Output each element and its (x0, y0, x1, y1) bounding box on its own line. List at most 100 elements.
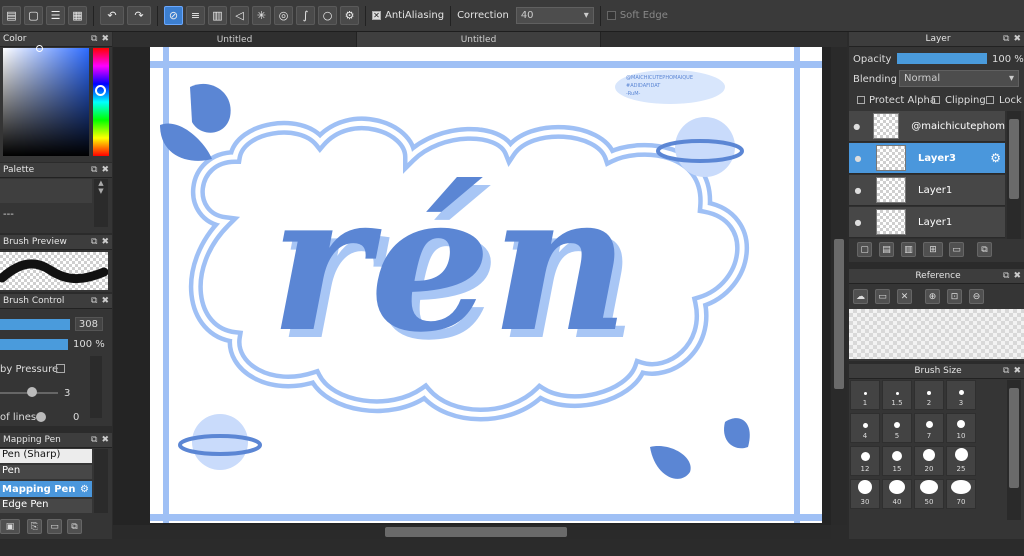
eye-icon[interactable]: ● (849, 186, 867, 195)
brush-size-slider[interactable] (0, 319, 70, 330)
zoom-out-icon[interactable]: ⊖ (969, 289, 984, 304)
snap-parallel-icon[interactable]: ≡ (186, 6, 205, 25)
brush-opacity-slider[interactable] (0, 339, 68, 350)
brush-size-cell[interactable]: 1 (850, 380, 880, 410)
brush-size-scrollbar[interactable] (1007, 380, 1021, 520)
brush-size-cell[interactable]: 12 (850, 446, 880, 476)
open-folder-icon[interactable]: ▭ (875, 289, 890, 304)
layer-row[interactable]: ● @maichicutephom (849, 111, 1005, 142)
close-icon[interactable]: ✖ (101, 435, 109, 445)
close-icon[interactable]: ✖ (101, 165, 109, 175)
layer-row[interactable]: ● Layer1 (849, 207, 1005, 238)
palette-swatch-row[interactable] (0, 179, 92, 203)
snap-off-icon[interactable]: ⊘ (164, 6, 183, 25)
brush-size-cell[interactable]: 5 (882, 413, 912, 443)
close-icon[interactable]: ✖ (1013, 34, 1021, 44)
pressure-checkbox[interactable] (56, 364, 65, 373)
vertical-scroll-thumb[interactable] (834, 239, 844, 389)
new-layer-8bit-icon[interactable]: ▤ (879, 242, 894, 257)
gear-icon[interactable]: ⚙ (990, 151, 1001, 165)
menu-icon[interactable]: ▤ (2, 6, 21, 25)
brush-size-cell[interactable]: 1.5 (882, 380, 912, 410)
brush-size-cell[interactable]: 4 (850, 413, 880, 443)
tab-untitled-1[interactable]: Untitled (113, 32, 357, 47)
popout-icon[interactable]: ⧉ (1003, 366, 1009, 376)
brush-size-cell[interactable]: 70 (946, 479, 976, 509)
snap-ellipse-icon[interactable]: ○ (318, 6, 337, 25)
drawing-canvas[interactable]: rén rén @MAICHICUTEPHOMAIQUE #ADIDAFIDAT… (150, 47, 822, 523)
snap-curve-icon[interactable]: ∫ (296, 6, 315, 25)
new-file-icon[interactable]: ▢ (24, 6, 43, 25)
brush-size-scroll-thumb[interactable] (1009, 388, 1019, 488)
add-layer-menu-icon[interactable]: ⊞ (923, 242, 943, 257)
snap-grid-icon[interactable]: ▥ (208, 6, 227, 25)
brush-size-cell[interactable]: 2 (914, 380, 944, 410)
new-layer-icon[interactable]: ▢ (857, 242, 872, 257)
antialiasing-toggle[interactable]: ✕ AntiAliasing (372, 10, 444, 21)
duplicate-icon[interactable]: ⧉ (67, 519, 82, 534)
canvas-horizontal-scrollbar[interactable] (113, 525, 831, 539)
layer-opacity-slider[interactable] (897, 53, 987, 64)
close-icon[interactable]: ✖ (1013, 366, 1021, 376)
lines-handle[interactable] (36, 412, 46, 422)
popout-icon[interactable]: ⧉ (91, 165, 97, 175)
brush-size-cell[interactable]: 25 (946, 446, 976, 476)
layer-row[interactable]: ● Layer1 (849, 175, 1005, 206)
canvas-vertical-scrollbar[interactable] (831, 47, 847, 525)
brush-size-cell[interactable]: 40 (882, 479, 912, 509)
eye-icon[interactable]: ● (849, 154, 867, 163)
protect-alpha-checkbox[interactable] (857, 96, 865, 104)
popout-icon[interactable]: ⧉ (91, 296, 97, 306)
close-icon[interactable]: ✖ (101, 237, 109, 247)
softedge-toggle[interactable]: Soft Edge (606, 10, 668, 21)
fit-icon[interactable]: ⊡ (947, 289, 962, 304)
duplicate-layer-icon[interactable]: ⧉ (977, 242, 992, 257)
eye-icon[interactable]: ● (849, 218, 867, 227)
layer-row-selected[interactable]: ● Layer3 ⚙ (849, 143, 1005, 174)
hue-slider-handle[interactable] (95, 85, 106, 96)
palette-scrollbar[interactable]: ▲ ▼ (94, 179, 108, 227)
canvas-area[interactable]: rén rén @MAICHICUTEPHOMAIQUE #ADIDAFIDAT… (113, 47, 847, 525)
grid-icon[interactable]: ▦ (68, 6, 87, 25)
brush-size-cell[interactable]: 50 (914, 479, 944, 509)
snap-vanish-icon[interactable]: ◁ (230, 6, 249, 25)
brush-list-item[interactable]: Pen (0, 465, 92, 479)
folder-icon[interactable]: ▭ (949, 242, 964, 257)
snap-circle-icon[interactable]: ◎ (274, 6, 293, 25)
brush-size-cell[interactable]: 10 (946, 413, 976, 443)
brush-size-cell[interactable]: 20 (914, 446, 944, 476)
brush-size-cell[interactable]: 15 (882, 446, 912, 476)
correction-select[interactable]: 40 ▾ (515, 7, 594, 24)
brush-size-value[interactable]: 308 (75, 317, 103, 331)
settings-panel-icon[interactable]: ☰ (46, 6, 65, 25)
palette-item[interactable]: --- (3, 209, 14, 220)
brush-control-scrollbar[interactable] (90, 356, 102, 418)
brush-add-icon[interactable]: ▣ (0, 519, 20, 534)
reference-image-area[interactable] (849, 309, 1024, 359)
layer-list-scrollbar[interactable] (1007, 111, 1021, 239)
undo-icon[interactable]: ↶ (100, 6, 124, 25)
clipping-checkbox[interactable] (932, 96, 940, 104)
zoom-in-icon[interactable]: ⊕ (925, 289, 940, 304)
brush-size-cell[interactable]: 3 (946, 380, 976, 410)
lock-checkbox[interactable] (986, 96, 994, 104)
redo-icon[interactable]: ↷ (127, 6, 151, 25)
brush-copy-icon[interactable]: ⎘ (27, 519, 42, 534)
color-picker-square[interactable] (3, 48, 89, 156)
new-layer-1bit-icon[interactable]: ▥ (901, 242, 916, 257)
popout-icon[interactable]: ⧉ (1003, 271, 1009, 281)
brush-size-cell[interactable]: 30 (850, 479, 880, 509)
brush-list-item[interactable]: Pen (Sharp) (0, 449, 92, 463)
popout-icon[interactable]: ⧉ (91, 34, 97, 44)
antialiasing-checkbox[interactable]: ✕ (372, 11, 381, 20)
softedge-checkbox[interactable] (606, 11, 616, 20)
stepper-handle[interactable] (27, 387, 37, 397)
open-cloud-icon[interactable]: ☁ (853, 289, 868, 304)
tab-untitled-2[interactable]: Untitled (357, 32, 601, 47)
folder-icon[interactable]: ▭ (47, 519, 62, 534)
snap-settings-icon[interactable]: ⚙ (340, 6, 359, 25)
brush-list-item-selected[interactable]: Mapping Pen ⚙ (0, 481, 92, 497)
brush-list-scrollbar[interactable] (94, 449, 108, 513)
popout-icon[interactable]: ⧉ (1003, 34, 1009, 44)
close-icon[interactable]: ✖ (101, 296, 109, 306)
